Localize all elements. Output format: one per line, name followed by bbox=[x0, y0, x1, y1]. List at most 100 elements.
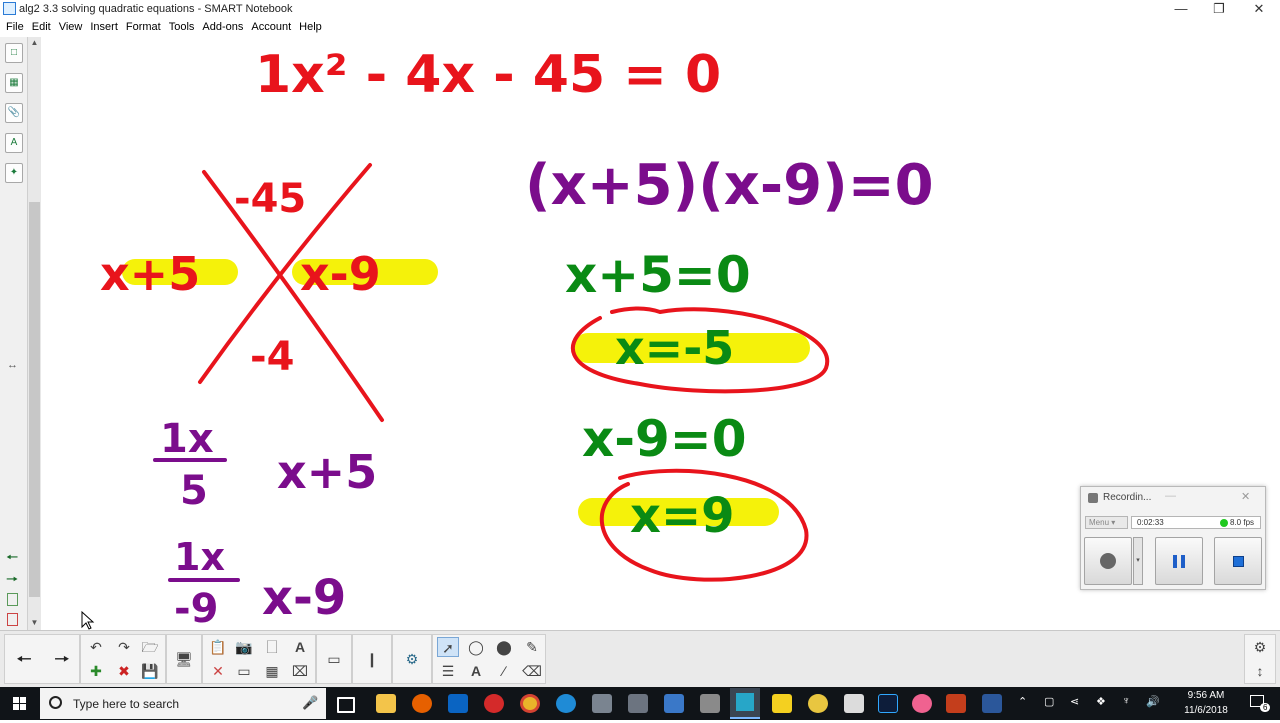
chrome-icon[interactable] bbox=[520, 694, 540, 713]
next-page-icon[interactable]: 🠖 bbox=[6, 569, 18, 593]
delete-page-icon[interactable]: ✖ bbox=[113, 661, 135, 681]
menu-view[interactable]: View bbox=[55, 19, 87, 36]
menu-bar: File Edit View Insert Format Tools Add-ons Acco… bbox=[0, 19, 1280, 36]
gear-icon[interactable]: ⚙ bbox=[1249, 637, 1271, 657]
eraser-tool-icon[interactable]: ✎ bbox=[521, 637, 543, 657]
network-icon[interactable]: ♆ bbox=[1122, 695, 1130, 707]
recorder-title: Recordin... bbox=[1103, 492, 1152, 503]
properties-icon[interactable]: A bbox=[5, 133, 23, 153]
open-file-icon[interactable]: 🗁 bbox=[139, 637, 161, 657]
redo-icon[interactable]: ↷ bbox=[113, 637, 135, 657]
recorder-close-icon[interactable]: ✕ bbox=[1241, 490, 1250, 503]
screen-shade-icon[interactable]: ▭ bbox=[233, 661, 255, 681]
vivaldi-icon[interactable] bbox=[484, 694, 504, 713]
microphone-icon[interactable]: 🎤 bbox=[302, 695, 318, 711]
tray-overflow-icon[interactable]: ⌃ bbox=[1018, 695, 1027, 708]
attachments-icon[interactable]: 📎 bbox=[5, 103, 23, 123]
wifi-icon[interactable]: ⋖ bbox=[1070, 695, 1079, 708]
fraction1-result: x+5 bbox=[277, 445, 377, 499]
clock-time[interactable]: 9:56 AM bbox=[1173, 690, 1239, 701]
outlook-icon[interactable] bbox=[448, 694, 468, 713]
undo-icon[interactable]: ↶ bbox=[85, 637, 107, 657]
volume-icon[interactable]: 🔊 bbox=[1146, 695, 1160, 708]
vertical-scrollbar[interactable]: ▲ ▼ bbox=[28, 37, 41, 630]
scroll-thumb[interactable] bbox=[29, 202, 40, 597]
word-icon[interactable] bbox=[982, 694, 1002, 713]
edge-icon[interactable] bbox=[556, 694, 576, 713]
text-tool-icon[interactable]: A bbox=[465, 661, 487, 681]
record-button[interactable] bbox=[1084, 537, 1132, 585]
save-icon[interactable]: 💾 bbox=[139, 661, 161, 681]
toolbar-addons-group: ⚙ bbox=[392, 634, 432, 684]
menu-insert[interactable]: Insert bbox=[86, 19, 122, 36]
line-tool-icon[interactable]: ∕ bbox=[493, 661, 515, 681]
delete-icon[interactable]: ✕ bbox=[207, 661, 229, 681]
screen-capture-icon[interactable]: 📷 bbox=[233, 637, 255, 657]
insert-file-icon[interactable]: 🗌 bbox=[261, 637, 283, 657]
menu-help[interactable]: Help bbox=[295, 19, 326, 36]
menu-file[interactable]: File bbox=[2, 19, 28, 36]
app-icon-6[interactable] bbox=[844, 694, 864, 713]
highlighter-tool-icon[interactable]: ⌫ bbox=[521, 661, 543, 681]
menu-add-ons[interactable]: Add-ons bbox=[198, 19, 247, 36]
file-explorer-icon[interactable] bbox=[376, 694, 396, 713]
delete-page-icon[interactable] bbox=[7, 613, 18, 626]
recorder-minimize-icon[interactable]: — bbox=[1165, 490, 1176, 502]
add-ons-icon[interactable]: ✦ bbox=[5, 163, 23, 183]
table-icon[interactable]: ▦ bbox=[261, 661, 283, 681]
response-icon[interactable]: ❙ bbox=[361, 649, 383, 669]
menu-format[interactable]: Format bbox=[122, 19, 165, 36]
text-recognition-icon[interactable]: A bbox=[289, 637, 311, 657]
powerpoint-icon[interactable] bbox=[946, 694, 966, 713]
app-icon-1[interactable] bbox=[592, 694, 612, 713]
record-options-dropdown[interactable]: ▾ bbox=[1133, 537, 1143, 585]
add-page-icon[interactable] bbox=[7, 593, 18, 606]
shapes-tool-icon[interactable]: ◯ bbox=[465, 637, 487, 657]
scroll-up-icon[interactable]: ▲ bbox=[28, 37, 41, 49]
move-toolbar-icon[interactable]: ↕ bbox=[1249, 661, 1271, 681]
start-button[interactable] bbox=[0, 687, 40, 720]
close-icon[interactable]: ✕ bbox=[1240, 0, 1278, 19]
side-tab-bar: □ ▦ 📎 A ✦ ↔ 🠔 🠖 bbox=[0, 37, 28, 630]
menu-tools[interactable]: Tools bbox=[165, 19, 199, 36]
scroll-down-icon[interactable]: ▼ bbox=[28, 617, 41, 629]
page-sorter-icon[interactable]: □ bbox=[5, 43, 23, 63]
firefox-icon[interactable] bbox=[412, 694, 432, 713]
app-icon-4[interactable] bbox=[700, 694, 720, 713]
minimize-icon[interactable]: — bbox=[1162, 0, 1200, 19]
stop-button[interactable] bbox=[1214, 537, 1262, 585]
clear-ink-icon[interactable]: ⌧ bbox=[289, 661, 311, 681]
clock-date[interactable]: 11/6/2018 bbox=[1173, 705, 1239, 716]
resize-handle-icon[interactable]: ↔ bbox=[7, 359, 18, 371]
document-camera-icon[interactable]: ▭ bbox=[323, 649, 345, 669]
paste-icon[interactable]: 📋 bbox=[207, 637, 229, 657]
display-screen-icon[interactable]: 🖥 bbox=[173, 649, 195, 669]
gallery-icon[interactable]: ▦ bbox=[5, 73, 23, 93]
taskbar-search-box[interactable]: Type here to search 🎤 bbox=[40, 688, 326, 719]
fill-tool-icon[interactable]: ⬤ bbox=[493, 637, 515, 657]
add-page-icon[interactable]: ✚ bbox=[85, 661, 107, 681]
menu-edit[interactable]: Edit bbox=[28, 19, 55, 36]
addons-toolbar-icon[interactable]: ⚙ bbox=[401, 649, 423, 669]
tray-app-icon[interactable]: ▢ bbox=[1044, 695, 1054, 708]
previous-page-icon[interactable]: 🠔 bbox=[6, 547, 18, 571]
sticky-notes-icon[interactable] bbox=[772, 694, 792, 713]
previous-page-button[interactable]: 🠔 bbox=[13, 649, 35, 669]
window-title: alg2 3.3 solving quadratic equations - S… bbox=[19, 3, 293, 15]
app-icon-3[interactable] bbox=[664, 694, 684, 713]
select-tool-icon[interactable]: ➚ bbox=[437, 637, 459, 657]
smart-notebook-taskbar-button[interactable] bbox=[730, 688, 760, 719]
pause-button[interactable] bbox=[1155, 537, 1203, 585]
recorder-menu-select[interactable]: Menu ▾ bbox=[1085, 516, 1128, 529]
dropbox-icon[interactable]: ❖ bbox=[1096, 695, 1106, 708]
next-page-button[interactable]: 🠖 bbox=[51, 649, 73, 669]
app-icon-2[interactable] bbox=[628, 694, 648, 713]
photoshop-icon[interactable] bbox=[878, 694, 898, 713]
app-icon-5[interactable] bbox=[808, 694, 828, 713]
pens-tool-icon[interactable]: ☰ bbox=[437, 661, 459, 681]
menu-account[interactable]: Account bbox=[247, 19, 295, 36]
x-diagram-left: x+5 bbox=[100, 247, 200, 301]
task-view-icon[interactable] bbox=[337, 697, 355, 713]
itunes-icon[interactable] bbox=[912, 694, 932, 713]
restore-icon[interactable]: ❐ bbox=[1200, 0, 1238, 19]
